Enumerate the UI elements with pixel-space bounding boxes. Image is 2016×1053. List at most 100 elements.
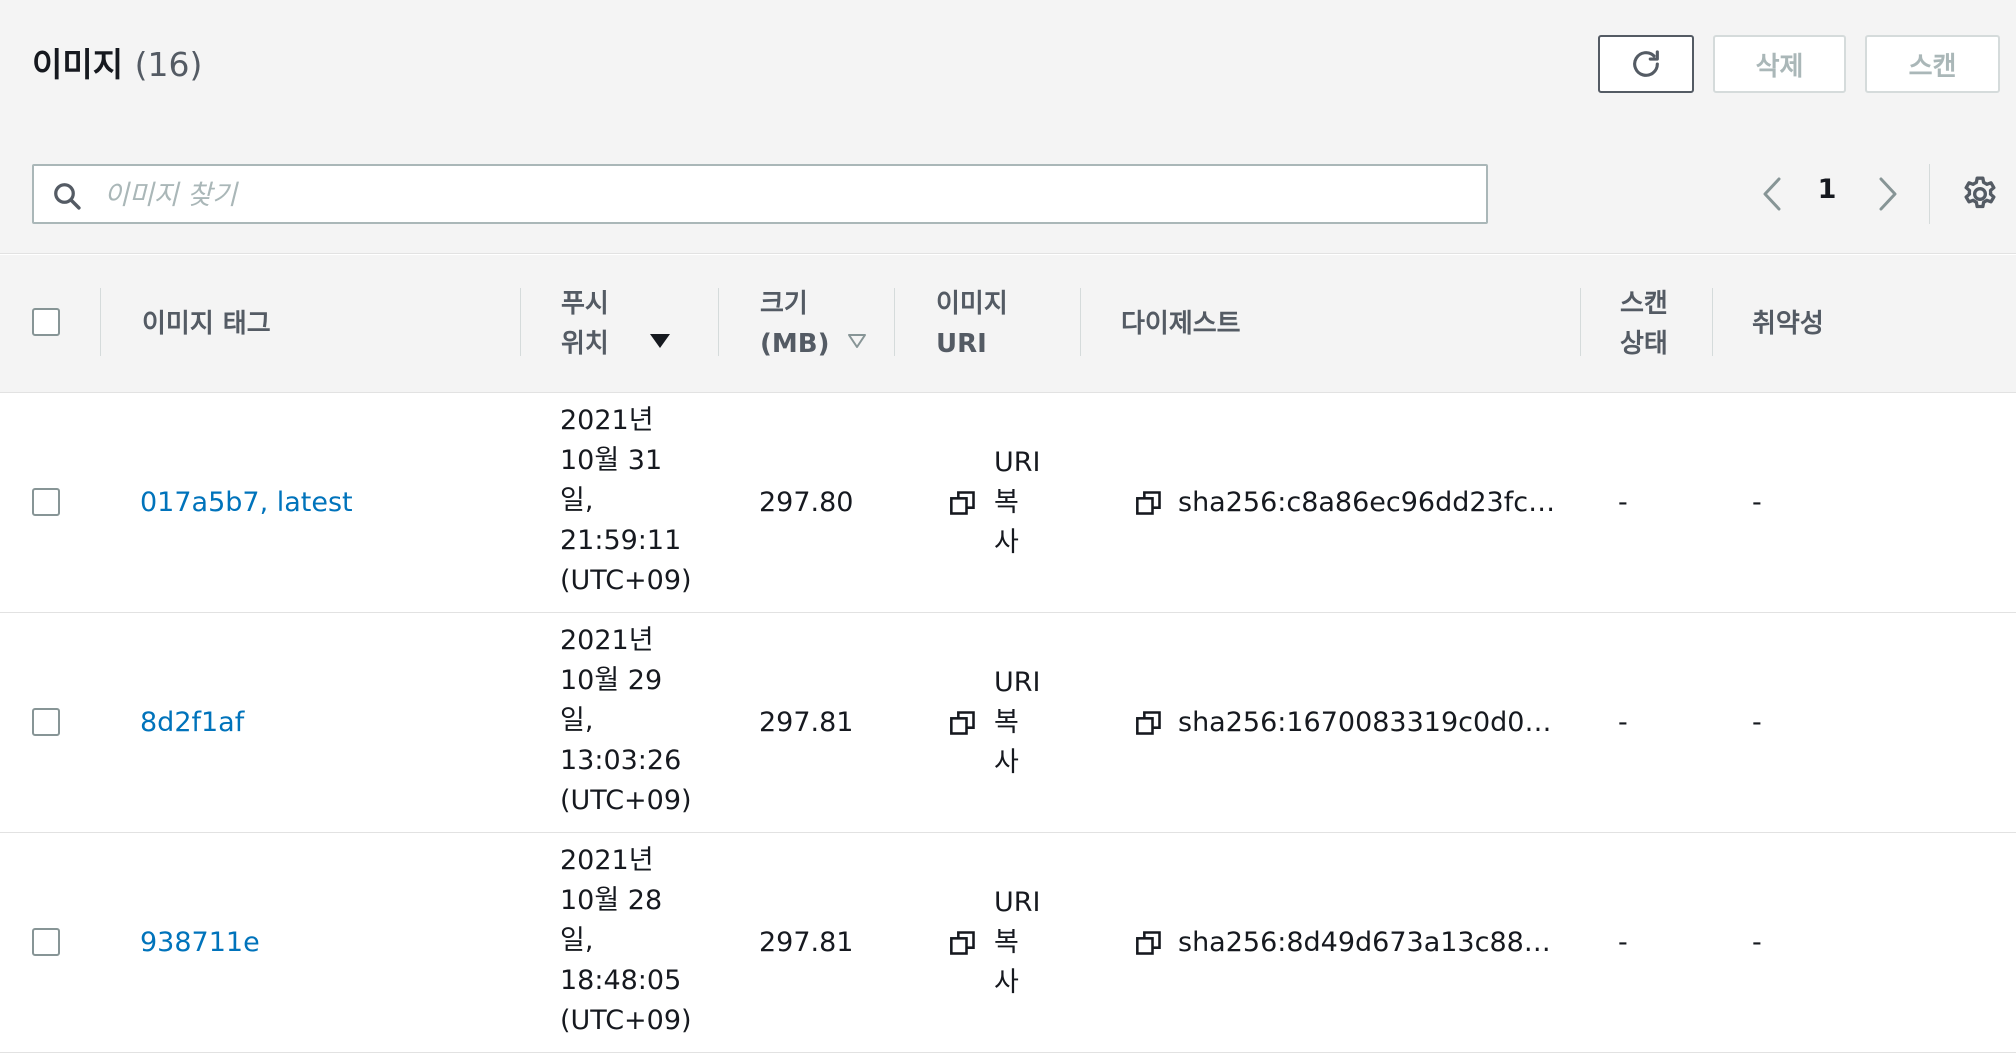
column-header-size[interactable]: 크기 (MB) bbox=[760, 255, 867, 392]
image-tag-link[interactable]: 8d2f1af bbox=[140, 613, 244, 832]
previous-page-button[interactable] bbox=[1752, 171, 1792, 217]
column-header-image-tag[interactable]: 이미지 태그 bbox=[142, 255, 271, 392]
column-divider bbox=[100, 288, 101, 356]
pushed-at-line: (UTC+09) bbox=[560, 565, 692, 596]
pushed-header-line1: 푸시 bbox=[561, 288, 609, 319]
vulnerabilities-value: - bbox=[1752, 486, 1762, 518]
pushed-header-line2: 위치 bbox=[561, 328, 609, 359]
scan-status-value: - bbox=[1618, 926, 1628, 958]
copy-uri-label-line: URI bbox=[994, 447, 1041, 478]
chevron-left-icon bbox=[1763, 177, 1781, 211]
gear-icon[interactable] bbox=[1960, 174, 2000, 214]
copy-icon[interactable] bbox=[1135, 929, 1163, 957]
size-header-line1: 크기 bbox=[760, 288, 808, 319]
copy-uri-label-line: URI bbox=[994, 667, 1041, 698]
pushed-at-line: 10월 31 bbox=[560, 445, 663, 476]
copy-uri-label-line: 복 bbox=[994, 927, 1019, 958]
column-divider bbox=[718, 288, 719, 356]
digest-value: sha256:1670083319c0d0… bbox=[1178, 706, 1552, 738]
row-select-checkbox[interactable] bbox=[32, 708, 60, 736]
table-row: 8d2f1af 2021년 10월 29 일, 13:03:26 (UTC+09… bbox=[0, 613, 2016, 833]
pushed-at-line: 일, bbox=[560, 485, 594, 516]
digest-value: sha256:8d49d673a13c88… bbox=[1178, 926, 1551, 958]
image-tag-link[interactable]: 017a5b7, latest bbox=[140, 393, 353, 612]
pushed-at-line: 일, bbox=[560, 925, 594, 956]
delete-button[interactable]: 삭제 bbox=[1713, 35, 1846, 93]
size-value: 297.81 bbox=[759, 926, 854, 958]
size-value: 297.80 bbox=[759, 486, 854, 518]
copy-icon[interactable] bbox=[949, 709, 977, 737]
size-value: 297.81 bbox=[759, 706, 854, 738]
table-header: 이미지 태그 푸시 위치 크기 (MB) 이미지 URI 다이제스트 스캔 상태 bbox=[0, 255, 2016, 393]
copy-icon[interactable] bbox=[949, 929, 977, 957]
copy-uri-label-line: 복 bbox=[994, 487, 1019, 518]
scan-header-line1: 스캔 bbox=[1620, 288, 1668, 319]
copy-uri-label-line: 사 bbox=[994, 747, 1019, 778]
pushed-at-line: 2021년 bbox=[560, 845, 654, 876]
pushed-at-line: 21:59:11 bbox=[560, 525, 682, 556]
column-header-image-uri: 이미지 URI bbox=[936, 255, 1008, 392]
images-header-panel: 이미지 (16) 삭제 스캔 1 bbox=[0, 0, 2016, 254]
pushed-at-value: 2021년 10월 29 일, 13:03:26 (UTC+09) bbox=[560, 621, 700, 821]
next-page-button[interactable] bbox=[1868, 171, 1908, 217]
pushed-at-value: 2021년 10월 28 일, 18:48:05 (UTC+09) bbox=[560, 841, 700, 1041]
column-divider bbox=[520, 288, 521, 356]
pager-divider bbox=[1929, 164, 1930, 224]
row-select-checkbox[interactable] bbox=[32, 928, 60, 956]
column-header-vulnerabilities[interactable]: 취약성 bbox=[1752, 255, 1824, 392]
column-divider bbox=[1712, 288, 1713, 356]
chevron-right-icon bbox=[1879, 177, 1897, 211]
size-header-line2: (MB) bbox=[760, 328, 830, 359]
select-all-checkbox[interactable] bbox=[32, 308, 60, 336]
table-row: 017a5b7, latest 2021년 10월 31 일, 21:59:11… bbox=[0, 393, 2016, 613]
search-box[interactable] bbox=[32, 164, 1488, 224]
copy-uri-label-line: 사 bbox=[994, 967, 1019, 998]
refresh-icon bbox=[1633, 50, 1659, 77]
column-header-scan-status[interactable]: 스캔 상태 bbox=[1620, 255, 1668, 392]
uri-header-line2: URI bbox=[936, 328, 987, 359]
uri-header-line1: 이미지 bbox=[936, 288, 1008, 319]
copy-uri-button[interactable]: URI 복 사 bbox=[994, 443, 1054, 563]
page-title: 이미지 (16) bbox=[32, 38, 202, 86]
sort-unsorted-icon bbox=[848, 333, 867, 348]
copy-uri-button[interactable]: URI 복 사 bbox=[994, 883, 1054, 1003]
scan-status-value: - bbox=[1618, 706, 1628, 738]
pushed-at-line: 일, bbox=[560, 705, 594, 736]
copy-icon[interactable] bbox=[1135, 709, 1163, 737]
scan-button[interactable]: 스캔 bbox=[1865, 35, 2000, 93]
image-count: (16) bbox=[134, 45, 203, 84]
copy-uri-label-line: URI bbox=[994, 887, 1041, 918]
pushed-at-line: 2021년 bbox=[560, 405, 654, 436]
pushed-at-line: 2021년 bbox=[560, 625, 654, 656]
table-row: 938711e 2021년 10월 28 일, 18:48:05 (UTC+09… bbox=[0, 833, 2016, 1053]
refresh-button[interactable] bbox=[1598, 35, 1694, 93]
pushed-at-line: 18:48:05 bbox=[560, 965, 682, 996]
copy-icon[interactable] bbox=[949, 489, 977, 517]
copy-uri-label-line: 복 bbox=[994, 707, 1019, 738]
title-text: 이미지 bbox=[32, 45, 124, 84]
current-page-number[interactable]: 1 bbox=[1812, 174, 1842, 205]
sort-descending-icon bbox=[649, 333, 670, 348]
column-header-digest: 다이제스트 bbox=[1121, 308, 1241, 339]
pushed-at-line: (UTC+09) bbox=[560, 785, 692, 816]
vulnerabilities-value: - bbox=[1752, 706, 1762, 738]
column-divider bbox=[1080, 288, 1081, 356]
column-header-pushed-at[interactable]: 푸시 위치 bbox=[561, 255, 671, 392]
column-divider bbox=[1580, 288, 1581, 356]
scan-status-value: - bbox=[1618, 486, 1628, 518]
pushed-at-line: (UTC+09) bbox=[560, 1005, 692, 1036]
pushed-at-line: 13:03:26 bbox=[560, 745, 682, 776]
pushed-at-line: 10월 29 bbox=[560, 665, 663, 696]
row-select-checkbox[interactable] bbox=[32, 488, 60, 516]
copy-uri-button[interactable]: URI 복 사 bbox=[994, 663, 1054, 783]
column-divider bbox=[894, 288, 895, 356]
vulnerabilities-value: - bbox=[1752, 926, 1762, 958]
digest-value: sha256:c8a86ec96dd23fc… bbox=[1178, 486, 1556, 518]
pushed-at-value: 2021년 10월 31 일, 21:59:11 (UTC+09) bbox=[560, 401, 700, 601]
search-input[interactable] bbox=[102, 172, 1466, 218]
search-icon bbox=[54, 183, 81, 210]
copy-uri-label-line: 사 bbox=[994, 527, 1019, 558]
image-tag-link[interactable]: 938711e bbox=[140, 833, 260, 1052]
scan-header-line2: 상태 bbox=[1620, 328, 1668, 359]
copy-icon[interactable] bbox=[1135, 489, 1163, 517]
